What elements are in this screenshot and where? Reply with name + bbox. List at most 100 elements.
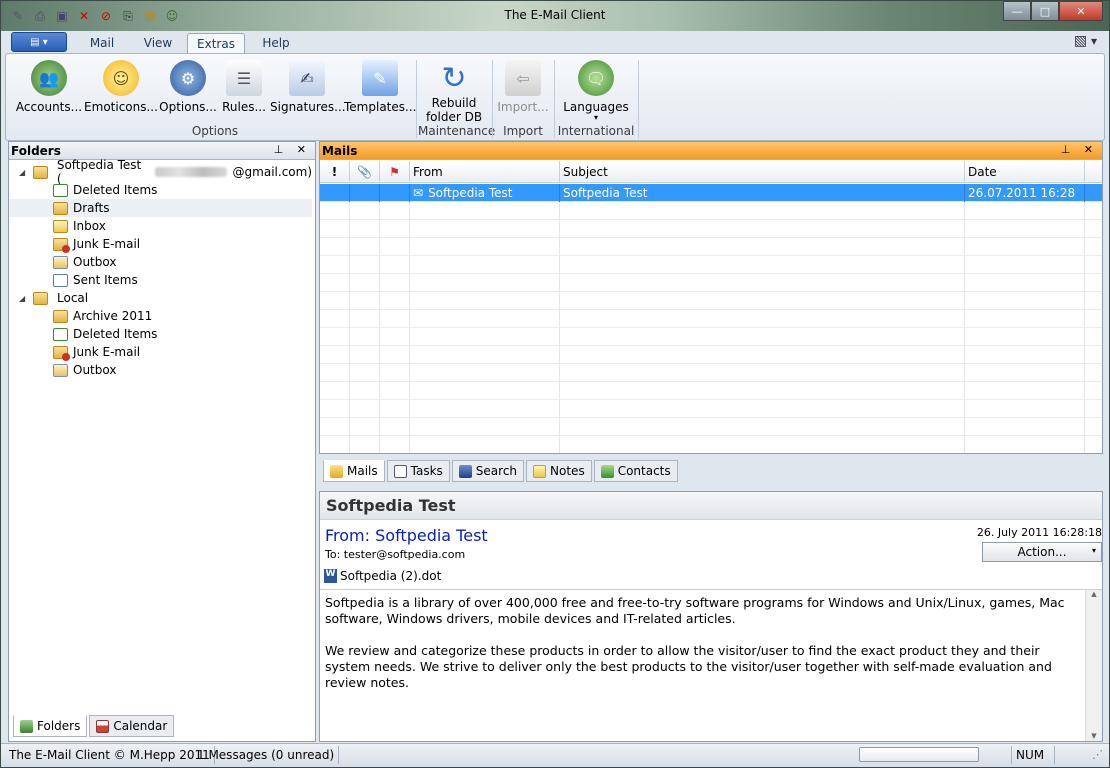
column-subject[interactable]: Subject xyxy=(560,161,965,183)
grid-cell xyxy=(350,364,380,382)
minimize-button[interactable]: — xyxy=(1003,1,1031,21)
signatures-button[interactable]: ✍ Signatures... xyxy=(270,60,346,114)
tab-extras[interactable]: Extras xyxy=(187,33,245,53)
grid-cell xyxy=(380,400,410,418)
grid-cell xyxy=(560,238,965,256)
pin-close-buttons[interactable]: ⊥ ✕ xyxy=(1061,143,1098,156)
group-label-international: International xyxy=(557,124,635,138)
preview-to: To: tester@softpedia.com xyxy=(325,548,466,561)
pin-close-buttons[interactable]: ⊥ ✕ xyxy=(274,143,311,156)
empty-row xyxy=(320,418,1102,436)
folder-item[interactable]: ◢ Local xyxy=(9,289,312,307)
status-num-lock: NUM xyxy=(1011,746,1055,764)
grid-cell xyxy=(1085,256,1102,274)
grid-cell xyxy=(560,202,965,220)
tab-folders[interactable]: Folders xyxy=(13,715,88,737)
folder-item[interactable]: Inbox xyxy=(9,217,312,235)
message-scrollbar[interactable]: ▲ ▼ xyxy=(1085,590,1102,741)
emoticons-button[interactable]: ☺ Emoticons... xyxy=(84,60,158,114)
tab-mails[interactable]: Mails xyxy=(323,460,385,482)
empty-row xyxy=(320,238,1102,256)
grid-cell xyxy=(560,364,965,382)
status-progress-bar xyxy=(859,747,979,762)
action-dropdown-button[interactable]: Action... ▾ xyxy=(982,542,1102,562)
grid-cell xyxy=(320,418,350,436)
tab-contacts[interactable]: Contacts xyxy=(593,460,678,482)
grid-cell xyxy=(410,220,560,238)
options-button[interactable]: ⚙ Options... xyxy=(158,60,218,114)
folder-item[interactable]: Outbox xyxy=(9,253,312,271)
folder-item[interactable]: Outbox xyxy=(9,361,312,379)
grid-cell xyxy=(560,256,965,274)
grid-cell xyxy=(320,292,350,310)
preview-panel: Softpedia Test From: Softpedia Test To: … xyxy=(319,491,1103,742)
scroll-up-icon[interactable]: ▲ xyxy=(1086,590,1102,598)
tab-view[interactable]: View xyxy=(133,33,183,53)
tab-search[interactable]: Search xyxy=(451,460,525,482)
drafts-folder-icon xyxy=(53,201,68,215)
tab-tasks[interactable]: Tasks xyxy=(386,460,450,482)
resize-grip-icon[interactable]: ⋰ xyxy=(1092,748,1103,761)
grid-cell xyxy=(410,256,560,274)
rebuild-folder-db-button[interactable]: ↻ Rebuild folder DB xyxy=(418,60,490,125)
accounts-button[interactable]: 👥 Accounts... xyxy=(14,60,84,114)
languages-dropdown-arrow: ▾ xyxy=(593,113,598,122)
grid-cell xyxy=(1085,346,1102,364)
close-button[interactable]: ✕ xyxy=(1059,1,1103,21)
scroll-down-icon[interactable]: ▼ xyxy=(1086,732,1102,740)
column-attachment[interactable]: 📎 xyxy=(350,161,380,183)
mail-date: 26.07.2011 16:28 xyxy=(965,184,1085,202)
grid-cell xyxy=(560,310,965,328)
folder-item[interactable]: ◢ Softpedia Test (@gmail.com) xyxy=(9,158,312,186)
folder-item[interactable]: Junk E-mail xyxy=(9,235,312,253)
preview-from[interactable]: From: Softpedia Test xyxy=(325,526,488,545)
preview-header: From: Softpedia Test To: tester@softpedi… xyxy=(320,520,1102,590)
expand-toggle-icon[interactable]: ◢ xyxy=(19,294,29,303)
grid-cell xyxy=(1085,382,1102,400)
customize-dropdown: ▾ xyxy=(1090,34,1097,48)
group-label-import: Import xyxy=(503,124,543,138)
title-bar: ✎ ⎙ ▣ ✕ ⊘ ⎘ ▤ ☺ The E-Mail Client — □ ✕ xyxy=(1,1,1109,31)
sent-folder-icon xyxy=(53,273,68,287)
mail-row[interactable]: ✉ Softpedia Test Softpedia Test 26.07.2011 … xyxy=(320,184,1102,202)
column-flag[interactable]: ⚑ xyxy=(380,161,410,183)
grid-cell xyxy=(965,310,1085,328)
folder-item[interactable]: Deleted Items xyxy=(9,181,312,199)
column-importance[interactable]: ! xyxy=(320,161,350,183)
attachment-item[interactable]: W Softpedia (2).dot xyxy=(324,569,441,583)
empty-row xyxy=(320,292,1102,310)
ribbon-customize-icon[interactable]: ▧ ▾ xyxy=(1074,33,1097,49)
tab-help[interactable]: Help xyxy=(251,33,301,53)
grid-cell xyxy=(350,220,380,238)
folder-item[interactable]: Archive 2011 xyxy=(9,307,312,325)
folder-item[interactable]: Sent Items xyxy=(9,271,312,289)
grid-cell xyxy=(380,184,410,202)
languages-button[interactable]: 🗨 Languages ▾ xyxy=(556,60,636,122)
ribbon-extras: 👥 Accounts... ☺ Emoticons... ⚙ Options..… xyxy=(5,53,1105,141)
grid-cell xyxy=(1085,292,1102,310)
column-date[interactable]: Date xyxy=(965,161,1085,183)
grid-cell xyxy=(380,310,410,328)
grid-cell xyxy=(410,346,560,364)
folder-item[interactable]: Deleted Items xyxy=(9,325,312,343)
status-bar: The E-Mail Client © M.Hepp 2011 1 Messag… xyxy=(1,743,1109,767)
window-controls: — □ ✕ xyxy=(1003,1,1103,21)
grid-cell xyxy=(320,238,350,256)
tab-mail[interactable]: Mail xyxy=(77,33,127,53)
tab-notes[interactable]: Notes xyxy=(526,460,592,482)
rules-button[interactable]: ☰ Rules... xyxy=(218,60,270,114)
column-from[interactable]: From xyxy=(410,161,560,183)
application-menu-button[interactable]: ▤ ▾ xyxy=(11,32,67,52)
import-button[interactable]: ⇦ Import... xyxy=(494,60,552,114)
tab-calendar[interactable]: Calendar xyxy=(89,715,175,737)
grid-cell xyxy=(965,400,1085,418)
grid-cell xyxy=(410,274,560,292)
folder-item[interactable]: Junk E-mail xyxy=(9,343,312,361)
grid-cell xyxy=(1085,238,1102,256)
message-body[interactable]: Softpedia is a library of over 400,000 f… xyxy=(320,590,1102,741)
templates-button[interactable]: ✎ Templates... xyxy=(344,60,416,114)
folder-item[interactable]: Drafts xyxy=(9,199,312,217)
maximize-button[interactable]: □ xyxy=(1031,1,1059,21)
empty-row xyxy=(320,400,1102,418)
expand-toggle-icon[interactable]: ◢ xyxy=(19,168,29,177)
